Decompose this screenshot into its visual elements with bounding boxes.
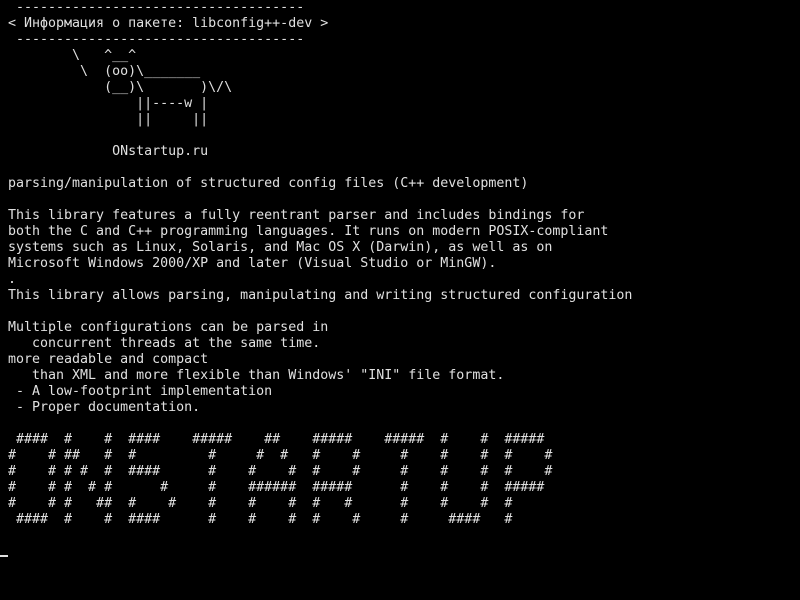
terminal-line: < Информация о пакете: libconfig++-dev > <box>8 16 329 31</box>
terminal-line: . <box>8 272 17 287</box>
terminal-line: concurrent threads at the same time. <box>8 336 321 351</box>
terminal-line: \ ^__^ <box>8 48 137 63</box>
terminal-line: ||----w | <box>8 96 209 111</box>
terminal-line: (__)\ )\/\ <box>8 80 233 95</box>
terminal-line: \ (oo)\_______ <box>8 64 201 79</box>
terminal-line: ONstartup.ru <box>8 144 209 159</box>
terminal-line: #### # # #### # # # # # # #### # <box>8 512 513 527</box>
terminal-line: ------------------------------------ <box>8 0 305 15</box>
terminal-cursor <box>0 555 8 557</box>
terminal-screen[interactable]: ------------------------------------ < Ин… <box>0 0 800 600</box>
terminal-line: #### # # #### ##### ## ##### ##### # # #… <box>8 432 545 447</box>
terminal-line: - A low-footprint implementation <box>8 384 273 399</box>
terminal-line: # # # ## # # # # # # # # # # # <box>8 496 513 511</box>
terminal-line: systems such as Linux, Solaris, and Mac … <box>8 240 553 255</box>
terminal-line: Microsoft Windows 2000/XP and later (Vis… <box>8 256 497 271</box>
terminal-line: # # # # # #### # # # # # # # # # # <box>8 464 553 479</box>
terminal-line: This library features a fully reentrant … <box>8 208 585 223</box>
terminal-line: both the C and C++ programming languages… <box>8 224 609 239</box>
terminal-line: more readable and compact <box>8 352 209 367</box>
terminal-line: - Proper documentation. <box>8 400 201 415</box>
terminal-line: || || <box>8 112 209 127</box>
terminal-line: # # # # # # # ###### ##### # # # ##### <box>8 480 545 495</box>
terminal-line: ------------------------------------ <box>8 32 305 47</box>
terminal-line: # # ## # # # # # # # # # # # # <box>8 448 553 463</box>
terminal-line: This library allows parsing, manipulatin… <box>8 288 633 303</box>
terminal-line: than XML and more flexible than Windows'… <box>8 368 505 383</box>
terminal-line: Multiple configurations can be parsed in <box>8 320 329 335</box>
terminal-line: parsing/manipulation of structured confi… <box>8 176 529 191</box>
